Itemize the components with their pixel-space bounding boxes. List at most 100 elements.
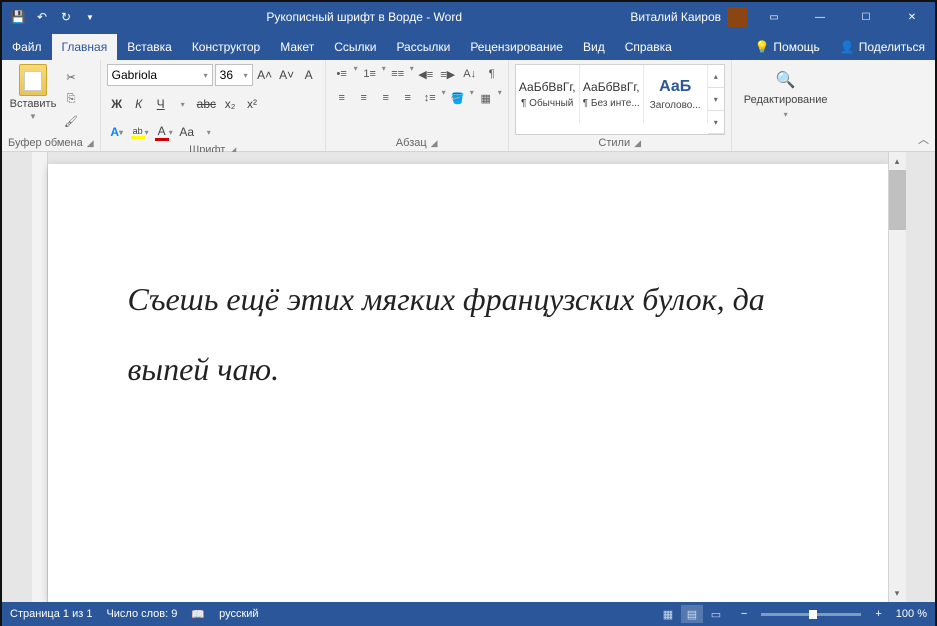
avatar[interactable] — [727, 7, 747, 27]
align-center-button[interactable]: ≡ — [354, 88, 374, 108]
window-title: Рукописный шрифт в Ворде - Word — [98, 10, 630, 24]
zoom-out-button[interactable]: − — [741, 608, 747, 620]
styles-up-button[interactable]: ▴ — [708, 65, 724, 88]
lightbulb-icon: 💡 — [754, 40, 769, 54]
tab-help[interactable]: Справка — [615, 34, 682, 60]
shading-button[interactable]: 🪣 — [448, 88, 468, 108]
tab-insert[interactable]: Вставка — [117, 34, 182, 60]
redo-icon[interactable]: ↻ — [58, 9, 74, 25]
decrease-indent-button[interactable]: ◀≡ — [416, 64, 436, 84]
style-heading1[interactable]: АаБ Заголово... — [644, 65, 708, 123]
clear-format-button[interactable]: A — [299, 65, 319, 85]
share-button[interactable]: 👤Поделиться — [830, 34, 935, 60]
underline-dropdown[interactable]: ▾ — [173, 94, 193, 114]
subscript-button[interactable]: x₂ — [220, 94, 240, 114]
minimize-button[interactable]: — — [797, 2, 843, 32]
group-label: Буфер обмена — [8, 137, 83, 149]
status-bar: Страница 1 из 1 Число слов: 9 📖 русский … — [2, 602, 935, 626]
multilevel-button[interactable]: ≡≡ — [388, 64, 408, 84]
language-indicator[interactable]: русский — [219, 608, 258, 620]
ribbon-display-icon[interactable]: ▭ — [751, 2, 797, 32]
styles-down-button[interactable]: ▾ — [708, 88, 724, 111]
collapse-ribbon-button[interactable]: ︿ — [918, 131, 929, 147]
group-label: Стили — [598, 137, 630, 149]
zoom-level[interactable]: 100 % — [896, 608, 927, 620]
styles-more-button[interactable]: ▾ — [708, 111, 724, 134]
page[interactable]: Съешь ещё этих мягких французских булок,… — [48, 164, 888, 602]
tell-me-button[interactable]: 💡Помощь — [744, 34, 829, 60]
font-size-combo[interactable]: 36▾ — [215, 64, 253, 86]
scroll-thumb[interactable] — [889, 170, 906, 230]
grow-font-button[interactable]: A˄ — [255, 65, 275, 85]
zoom-thumb[interactable] — [809, 610, 817, 619]
undo-icon[interactable]: ↶ — [34, 9, 50, 25]
text-effects-button[interactable]: A▾ — [107, 122, 127, 142]
tab-mailings[interactable]: Рассылки — [386, 34, 460, 60]
borders-button[interactable]: ▦ — [476, 88, 496, 108]
tab-home[interactable]: Главная — [52, 34, 118, 60]
underline-button[interactable]: Ч — [151, 94, 171, 114]
chevron-down-icon: ▼ — [29, 112, 37, 121]
copy-icon[interactable]: ⎘ — [62, 91, 80, 109]
qat-dropdown-icon[interactable]: ▼ — [82, 9, 98, 25]
bullets-button[interactable]: •≡ — [332, 64, 352, 84]
paste-button[interactable]: Вставить ▼ — [8, 64, 58, 135]
tab-file[interactable]: Файл — [2, 34, 52, 60]
scroll-up-button[interactable]: ▴ — [889, 152, 906, 170]
save-icon[interactable]: 💾 — [10, 9, 26, 25]
vertical-ruler[interactable] — [32, 152, 48, 602]
line-spacing-button[interactable]: ↕≡ — [420, 88, 440, 108]
case-dropdown[interactable]: ▾ — [199, 122, 219, 142]
tab-view[interactable]: Вид — [573, 34, 615, 60]
cut-icon[interactable]: ✂ — [62, 69, 80, 87]
scroll-down-button[interactable]: ▾ — [889, 584, 906, 602]
group-editing: 🔍 Редактирование ▾ — [732, 60, 840, 151]
quick-access-toolbar: 💾 ↶ ↻ ▼ — [2, 9, 98, 25]
tab-references[interactable]: Ссылки — [324, 34, 386, 60]
align-left-button[interactable]: ≡ — [332, 88, 352, 108]
page-indicator[interactable]: Страница 1 из 1 — [10, 608, 92, 620]
dialog-launcher-icon[interactable]: ◢ — [634, 138, 641, 149]
word-count[interactable]: Число слов: 9 — [106, 608, 177, 620]
group-paragraph: •≡▾ 1≡▾ ≡≡▾ ◀≡ ≡▶ A↓ ¶ ≡ ≡ ≡ ≡ ↕≡▾ 🪣▾ ▦▾… — [326, 60, 509, 151]
share-icon: 👤 — [840, 40, 855, 54]
document-text[interactable]: Съешь ещё этих мягких французских булок,… — [128, 264, 808, 405]
editing-button[interactable]: 🔍 Редактирование ▾ — [738, 64, 834, 147]
justify-button[interactable]: ≡ — [398, 88, 418, 108]
shrink-font-button[interactable]: A˅ — [277, 65, 297, 85]
change-case-button[interactable]: Aa — [177, 122, 197, 142]
align-right-button[interactable]: ≡ — [376, 88, 396, 108]
scroll-track[interactable] — [889, 170, 906, 584]
sort-button[interactable]: A↓ — [460, 64, 480, 84]
bold-button[interactable]: Ж — [107, 94, 127, 114]
dialog-launcher-icon[interactable]: ◢ — [431, 138, 438, 149]
increase-indent-button[interactable]: ≡▶ — [438, 64, 458, 84]
tab-design[interactable]: Конструктор — [182, 34, 270, 60]
spell-check-icon[interactable]: 📖 — [191, 608, 205, 621]
close-button[interactable]: ✕ — [889, 2, 935, 32]
tab-review[interactable]: Рецензирование — [460, 34, 573, 60]
styles-gallery: АаБбВвГг, ¶ Обычный АаБбВвГг, ¶ Без инте… — [515, 64, 725, 135]
highlight-button[interactable]: ab▾ — [129, 122, 151, 142]
font-color-button[interactable]: A▾ — [153, 122, 175, 142]
style-no-spacing[interactable]: АаБбВвГг, ¶ Без инте... — [580, 65, 644, 123]
title-bar: 💾 ↶ ↻ ▼ Рукописный шрифт в Ворде - Word … — [2, 2, 935, 32]
superscript-button[interactable]: x² — [242, 94, 262, 114]
dialog-launcher-icon[interactable]: ◢ — [87, 138, 94, 149]
format-painter-icon[interactable]: 🖌 — [62, 113, 80, 131]
tab-layout[interactable]: Макет — [270, 34, 324, 60]
italic-button[interactable]: К — [129, 94, 149, 114]
show-marks-button[interactable]: ¶ — [482, 64, 502, 84]
web-layout-button[interactable]: ▭ — [705, 605, 727, 623]
font-name-combo[interactable]: Gabriola▾ — [107, 64, 213, 86]
maximize-button[interactable]: ☐ — [843, 2, 889, 32]
user-area[interactable]: Виталий Каиров — [630, 7, 751, 27]
read-mode-button[interactable]: ▦ — [657, 605, 679, 623]
zoom-slider[interactable] — [761, 613, 861, 616]
numbering-button[interactable]: 1≡ — [360, 64, 380, 84]
vertical-scrollbar[interactable]: ▴ ▾ — [888, 152, 906, 602]
zoom-in-button[interactable]: + — [875, 608, 881, 620]
strike-button[interactable]: abc — [195, 94, 218, 114]
style-normal[interactable]: АаБбВвГг, ¶ Обычный — [516, 65, 580, 123]
print-layout-button[interactable]: ▤ — [681, 605, 703, 623]
